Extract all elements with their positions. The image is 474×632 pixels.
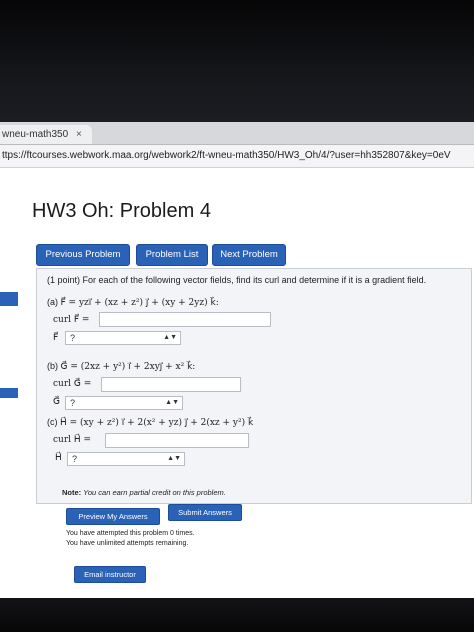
problem-list-button[interactable]: Problem List [136,244,208,266]
part-b-field: G⃗ = (2xz + y²) ı⃗ + 2xyȷ⃗ + x² k⃗: [60,362,196,372]
select-value: ? [70,333,76,343]
tab-bar: wneu-math350 × [0,122,474,145]
select-value: ? [72,454,78,464]
part-c-label: (c) [47,417,58,427]
part-c-select-label: H⃗ [55,453,62,463]
curl-g-input[interactable] [101,377,241,392]
part-b-curl-label: curl G⃗ = [53,379,92,389]
side-marker [0,292,18,306]
url-text: ttps://ftcourses.webwork.maa.org/webwork… [2,150,451,161]
webwork-page: HW3 Oh: Problem 4 Previous Problem Probl… [0,168,474,598]
part-c: (c) H⃗ = (xy + z²) ı⃗ + 2(x² + yz) ȷ⃗ + … [47,417,253,428]
browser-tab[interactable]: wneu-math350 × [0,125,92,144]
remaining-attempts-text: You have unlimited attempts remaining. [66,540,189,547]
part-a-select-label: F⃗ [53,333,59,343]
part-b-select-label: G⃗ [53,397,60,407]
preview-answers-button[interactable]: Preview My Answers [66,508,160,525]
part-b-label: (b) [47,361,58,371]
attempts-text: You have attempted this problem 0 times. [66,530,195,537]
partial-credit-note: Note: You can earn partial credit on thi… [62,488,226,497]
part-c-field: H⃗ = (xy + z²) ı⃗ + 2(x² + yz) ȷ⃗ + 2(xz… [60,418,254,428]
curl-h-input[interactable] [105,433,249,448]
chevron-updown-icon: ▲▼ [165,399,179,406]
gradient-h-select[interactable]: ? ▲▼ [67,452,185,466]
email-instructor-button[interactable]: Email instructor [74,566,146,583]
gradient-g-select[interactable]: ? ▲▼ [65,396,183,410]
part-a-curl-label: curl F⃗ = [53,315,90,325]
monitor-bezel-bottom [0,598,474,632]
part-a: (a) F⃗ = yzı⃗ + (xz + z²) ȷ⃗ + (xy + 2yz… [47,297,219,308]
page-title: HW3 Oh: Problem 4 [32,200,211,222]
side-marker [0,388,18,398]
gradient-f-select[interactable]: ? ▲▼ [65,331,181,345]
chevron-updown-icon: ▲▼ [163,334,177,341]
note-label: Note: [62,488,82,497]
problem-box: (1 point) For each of the following vect… [36,268,472,504]
part-b: (b) G⃗ = (2xz + y²) ı⃗ + 2xyȷ⃗ + x² k⃗: [47,361,195,372]
chevron-updown-icon: ▲▼ [167,455,181,462]
part-a-label: (a) [47,297,58,307]
submit-answers-button[interactable]: Submit Answers [168,504,242,521]
next-problem-button[interactable]: Next Problem [212,244,286,266]
browser-window: wneu-math350 × ttps://ftcourses.webwork.… [0,122,474,598]
problem-intro: (1 point) For each of the following vect… [47,275,427,285]
part-a-field: F⃗ = yzı⃗ + (xz + z²) ȷ⃗ + (xy + 2yz) k⃗… [60,298,219,308]
close-icon[interactable]: × [76,125,82,144]
curl-f-input[interactable] [99,312,271,327]
tab-title: wneu-math350 [2,129,69,140]
select-value: ? [70,398,76,408]
monitor-bezel-top [0,0,474,122]
part-c-curl-label: curl H⃗ = [53,435,92,445]
address-bar[interactable]: ttps://ftcourses.webwork.maa.org/webwork… [0,145,474,168]
previous-problem-button[interactable]: Previous Problem [36,244,130,266]
note-text: You can earn partial credit on this prob… [83,488,226,497]
